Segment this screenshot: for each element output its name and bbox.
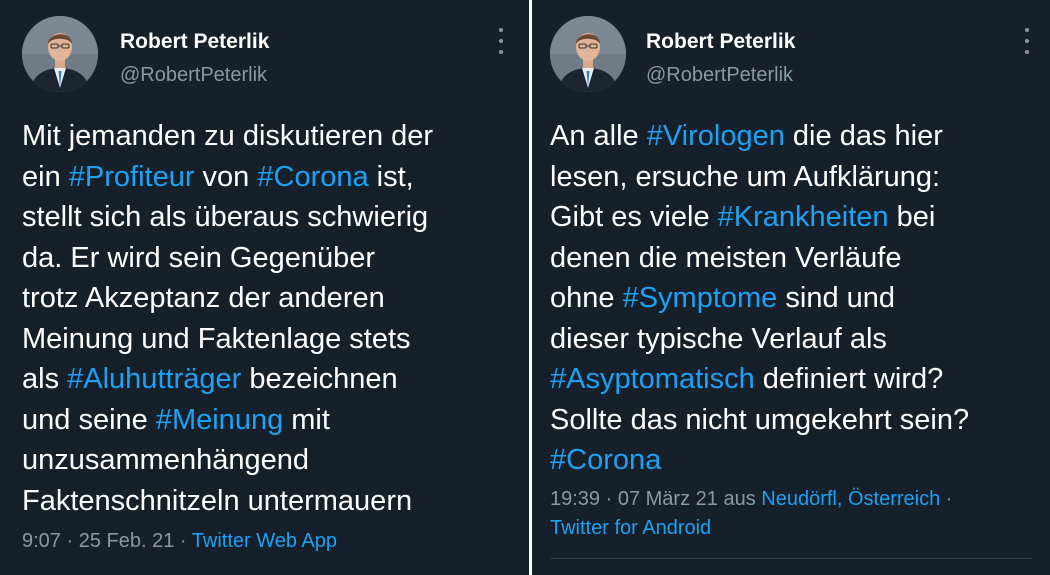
tweet-line: unzusammenhängend (22, 440, 433, 481)
tweet-text-segment: Meinung und Faktenlage stets (22, 322, 411, 355)
tweet-line: als #Aluhutträger bezeichnen (22, 359, 433, 400)
tweet-line: #Corona (550, 440, 969, 481)
tweet-time[interactable]: 19:39 (550, 488, 600, 510)
tweet-text-segment: als (22, 363, 68, 395)
tweet-text-segment: trotz Akzeptanz der anderen (22, 282, 385, 314)
tweet-text: An alle #Virologen die das hier lesen, er… (550, 116, 969, 481)
tweet-source-link[interactable]: Twitter Web App (192, 530, 337, 552)
tweet-text-segment: Mit jemanden zu diskutieren der (22, 120, 434, 152)
meta-separator: · (940, 488, 953, 510)
tweet-text-segment: Sollte das nicht umgekehrt sein? (550, 403, 970, 436)
tweet-line: Faktenschnitzeln untermauern (22, 481, 433, 522)
hashtag-link[interactable]: #Krankheiten (718, 201, 889, 233)
tweet-text-segment: denen die meisten Verläufe (550, 241, 902, 274)
tweet-line: und seine #Meinung mit (22, 400, 433, 441)
tweet-line: #Asyptomatisch definiert wird? (550, 359, 969, 400)
tweet-line: Meinung und Faktenlage stets (22, 319, 433, 360)
tweet-date[interactable]: 25 Feb. 21 (79, 530, 175, 552)
tweet-line: An alle #Virologen die das hier (550, 116, 969, 157)
tweet-line: ohne #Symptome sind und (550, 278, 969, 319)
meta-separator: · (600, 488, 618, 510)
avatar-image (22, 16, 98, 92)
tweet-text-segment: Faktenschnitzeln untermauern (22, 484, 413, 517)
tweet-line: lesen, ersuche um Aufklärung: (550, 157, 969, 198)
meta-separator: · (60, 530, 79, 552)
hashtag-link[interactable]: #Asyptomatisch (550, 363, 755, 395)
tweet-line: da. Er wird sein Gegenüber (22, 238, 433, 279)
tweet-text-segment: die das hier (784, 120, 943, 152)
tweet-card-right: Robert Peterlik @RobertPeterlik An alle … (532, 0, 1050, 575)
tweet-text-segment: An alle (550, 120, 647, 152)
tweet-card-left: Robert Peterlik @RobertPeterlik Mit jema… (0, 0, 529, 575)
avatar[interactable] (22, 16, 98, 92)
divider (550, 558, 1032, 559)
tweet-text-segment: definiert wird? (754, 363, 944, 395)
tweet-line: Gibt es viele #Krankheiten bei (550, 197, 969, 238)
tweet-location-link[interactable]: Neudörfl, Österreich (761, 488, 940, 510)
tweet-source-link[interactable]: Twitter for Android (550, 517, 711, 539)
tweet-text-segment: Gibt es viele (550, 201, 718, 233)
hashtag-link[interactable]: #Symptome (623, 282, 778, 314)
tweet-text-segment: ohne (550, 282, 623, 314)
meta-separator: · (174, 530, 192, 552)
hashtag-link[interactable]: #Corona (257, 161, 368, 193)
meta-aus: aus (717, 488, 762, 510)
screenshot: Robert Peterlik @RobertPeterlik Mit jema… (0, 0, 1050, 575)
tweet-text-segment: bei (888, 201, 936, 233)
tweet-text-segment: da. Er wird sein Gegenüber (22, 241, 376, 274)
tweet-line: stellt sich als überaus schwierig (22, 197, 433, 238)
more-vertical-icon[interactable] (496, 28, 506, 54)
tweet-meta: 19:39 · 07 März 21 aus Neudörfl, Österre… (550, 485, 952, 543)
tweet-line: Mit jemanden zu diskutieren der (22, 116, 433, 157)
tweet-line: denen die meisten Verläufe (550, 238, 969, 279)
tweet-time[interactable]: 9:07 (22, 530, 61, 552)
tweet-text-segment: unzusammenhängend (22, 444, 309, 476)
tweet-date[interactable]: 07 März 21 (618, 488, 718, 510)
tweet-line: dieser typische Verlauf als (550, 319, 969, 360)
tweet-text-segment: von (194, 160, 258, 193)
tweet-text-segment: dieser typische Verlauf als (550, 322, 887, 355)
tweet-line: Sollte das nicht umgekehrt sein? (550, 400, 969, 441)
tweet-text-segment: lesen, ersuche um Aufklärung: (550, 160, 941, 193)
tweet-text-segment: ist, (368, 160, 414, 193)
more-vertical-icon[interactable] (1022, 28, 1032, 54)
hashtag-link[interactable]: #Virologen (647, 120, 785, 152)
tweet-text-segment: mit (283, 403, 330, 436)
hashtag-link[interactable]: #Corona (550, 444, 661, 476)
author-name[interactable]: Robert Peterlik (646, 30, 795, 54)
author-handle[interactable]: @RobertPeterlik (120, 64, 267, 87)
tweet-meta: 9:07 · 25 Feb. 21 · Twitter Web App (22, 527, 337, 556)
hashtag-link[interactable]: #Aluhutträger (67, 363, 241, 395)
author-handle[interactable]: @RobertPeterlik (646, 64, 793, 87)
tweet-text-segment: stellt sich als überaus schwierig (22, 201, 429, 233)
tweet-line: trotz Akzeptanz der anderen (22, 278, 433, 319)
tweet-text-segment: ein (22, 160, 69, 193)
author-name[interactable]: Robert Peterlik (120, 30, 269, 54)
tweet-text: Mit jemanden zu diskutieren der ein #Prof… (22, 116, 433, 521)
tweet-line: ein #Profiteur von #Corona ist, (22, 157, 433, 198)
tweet-text-segment: bezeichnen (241, 363, 398, 395)
hashtag-link[interactable]: #Profiteur (69, 161, 195, 193)
avatar[interactable] (550, 16, 626, 92)
tweet-text-segment: und seine (22, 403, 156, 436)
tweet-text-segment: sind und (777, 282, 896, 314)
avatar-image (550, 16, 626, 92)
hashtag-link[interactable]: #Meinung (156, 404, 283, 436)
